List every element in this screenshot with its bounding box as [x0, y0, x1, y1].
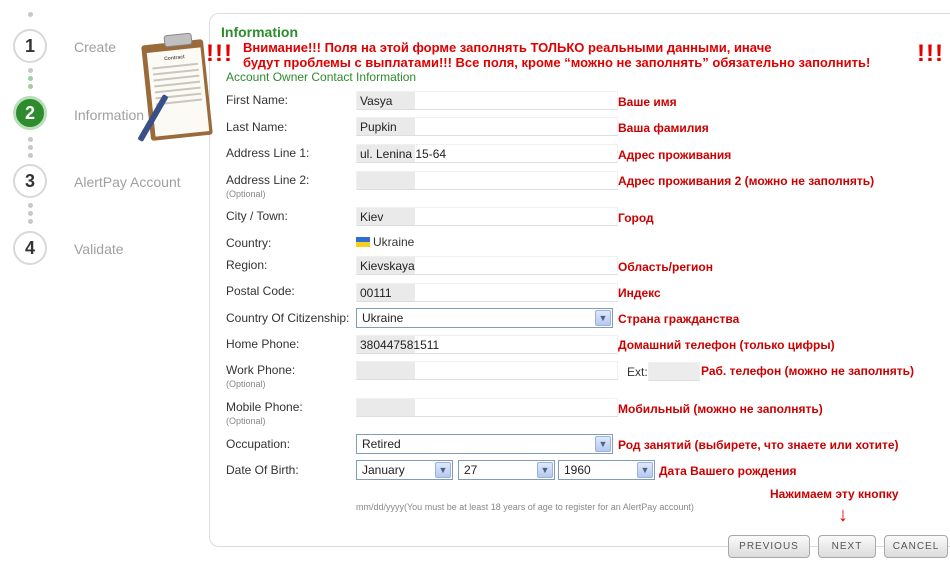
work-phone-label: Work Phone: (Optional)	[226, 363, 295, 389]
next-button[interactable]: NEXT	[818, 535, 876, 558]
ext-input[interactable]	[648, 362, 700, 381]
home-phone-label: Home Phone:	[226, 337, 300, 351]
country-label: Country:	[226, 236, 272, 250]
citizenship-note: Страна гражданства	[618, 312, 740, 326]
city-input[interactable]: Kiev	[356, 207, 618, 226]
chevron-down-icon[interactable]: ▼	[637, 462, 653, 478]
dob-year-select[interactable]: 1960 ▼	[558, 460, 655, 480]
contract-title: Contract	[163, 54, 185, 63]
mobile-phone-label: Mobile Phone: (Optional)	[226, 400, 303, 426]
arrow-down-icon: ↓	[838, 504, 848, 526]
occupation-label: Occupation:	[226, 437, 291, 451]
region-note: Область/регион	[618, 260, 713, 274]
city-note: Город	[618, 211, 654, 225]
citizenship-label: Country Of Citizenship:	[226, 311, 350, 325]
next-button-callout: Нажимаем эту кнопку	[770, 487, 899, 501]
address-line-2-label: Address Line 2: (Optional)	[226, 173, 309, 199]
address-line-2-label-text: Address Line 2:	[226, 173, 310, 187]
chevron-down-icon[interactable]: ▼	[435, 462, 451, 478]
step-1-label: Create	[74, 39, 117, 55]
step-3-circle: 3	[13, 164, 47, 198]
dob-day-select[interactable]: 27 ▼	[458, 460, 555, 480]
address-line-1-note: Адрес проживания	[618, 148, 732, 162]
dob-month-selected: January	[362, 463, 405, 477]
first-name-note: Ваше имя	[618, 95, 677, 109]
dob-label: Date Of Birth:	[226, 463, 299, 477]
chevron-down-icon[interactable]: ▼	[595, 310, 611, 326]
address-line-2-note: Адрес проживания 2 (можно не заполнять)	[618, 174, 875, 188]
address-line-1-input[interactable]: ul. Lenina 15-64	[356, 144, 618, 163]
chevron-down-icon[interactable]: ▼	[595, 436, 611, 452]
region-label: Region:	[226, 258, 268, 272]
step-1-circle: 1	[13, 29, 47, 63]
address-line-2-input[interactable]	[356, 171, 618, 190]
cancel-button[interactable]: CANCEL	[884, 535, 948, 558]
address-line-1-label: Address Line 1:	[226, 146, 310, 160]
region-input[interactable]: Kievskaya	[356, 256, 618, 275]
first-name-input[interactable]: Vasya	[356, 91, 618, 110]
postal-code-note: Индекс	[618, 286, 661, 300]
warning-line-1: Внимание!!! Поля на этой форме заполнять…	[243, 40, 772, 55]
work-phone-input[interactable]	[356, 361, 618, 380]
occupation-note: Род занятий (выбирете, что знаете или хо…	[618, 438, 899, 452]
first-name-label: First Name:	[226, 93, 289, 107]
postal-code-label: Postal Code:	[226, 284, 295, 298]
occupation-selected: Retired	[362, 437, 401, 451]
home-phone-note: Домашний телефон (только цифры)	[618, 338, 835, 352]
dob-month-select[interactable]: January ▼	[356, 460, 453, 480]
previous-button[interactable]: PREVIOUS	[728, 535, 810, 558]
step-connector-dot	[28, 68, 33, 73]
step-connector-dot	[28, 211, 33, 216]
ext-label: Ext:	[627, 365, 648, 379]
step-2-label: Information	[74, 107, 145, 123]
dob-note: Дата Вашего рождения	[659, 464, 797, 478]
optional-hint: (Optional)	[226, 189, 266, 199]
step-connector-dot	[28, 12, 33, 17]
step-connector-dot	[28, 76, 33, 81]
occupation-select[interactable]: Retired ▼	[356, 434, 613, 454]
step-4-label: Validate	[74, 241, 124, 257]
work-phone-note: Раб. телефон (можно не заполнять)	[701, 364, 914, 378]
contract-clipboard-icon: Contract	[137, 30, 213, 143]
contract-paper: Contract	[146, 47, 210, 137]
warning-exclamation-left: !!!	[206, 40, 233, 67]
country-value: Ukraine	[356, 235, 414, 249]
warning-message: Внимание!!! Поля на этой форме заполнять…	[243, 40, 923, 70]
country-value-text: Ukraine	[373, 235, 415, 249]
optional-hint: (Optional)	[226, 416, 266, 426]
section-title: Account Owner Contact Information	[226, 70, 417, 84]
last-name-note: Ваша фамилия	[618, 121, 709, 135]
dob-day-selected: 27	[464, 463, 478, 477]
home-phone-input[interactable]: 380447581511	[356, 335, 618, 354]
page-title: Information	[221, 24, 298, 40]
step-connector-dot	[28, 203, 33, 208]
step-connector-dot	[28, 219, 33, 224]
step-connector-dot	[28, 153, 33, 158]
mobile-phone-label-text: Mobile Phone:	[226, 400, 303, 414]
step-4-circle: 4	[13, 231, 47, 265]
last-name-input[interactable]: Pupkin	[356, 117, 618, 136]
last-name-label: Last Name:	[226, 120, 288, 134]
step-3-label: AlertPay Account	[74, 174, 181, 190]
postal-code-input[interactable]: 00111	[356, 283, 618, 302]
optional-hint: (Optional)	[226, 379, 266, 389]
step-2-circle: 2	[13, 96, 47, 130]
dob-format-hint: mm/dd/yyyy(You must be at least 18 years…	[356, 502, 694, 512]
step-connector-dot	[28, 137, 33, 142]
citizenship-select[interactable]: Ukraine ▼	[356, 308, 613, 328]
step-connector-dot	[28, 84, 33, 89]
work-phone-label-text: Work Phone:	[226, 363, 296, 377]
chevron-down-icon[interactable]: ▼	[537, 462, 553, 478]
warning-line-2: будут проблемы с выплатами!!! Все поля, …	[243, 55, 871, 70]
city-label: City / Town:	[226, 209, 288, 223]
dob-year-selected: 1960	[564, 463, 591, 477]
ukraine-flag-icon	[356, 237, 370, 247]
mobile-phone-input[interactable]	[356, 398, 618, 417]
mobile-phone-note: Мобильный (можно не заполнять)	[618, 402, 823, 416]
step-connector-dot	[28, 145, 33, 150]
citizenship-selected: Ukraine	[362, 311, 404, 325]
